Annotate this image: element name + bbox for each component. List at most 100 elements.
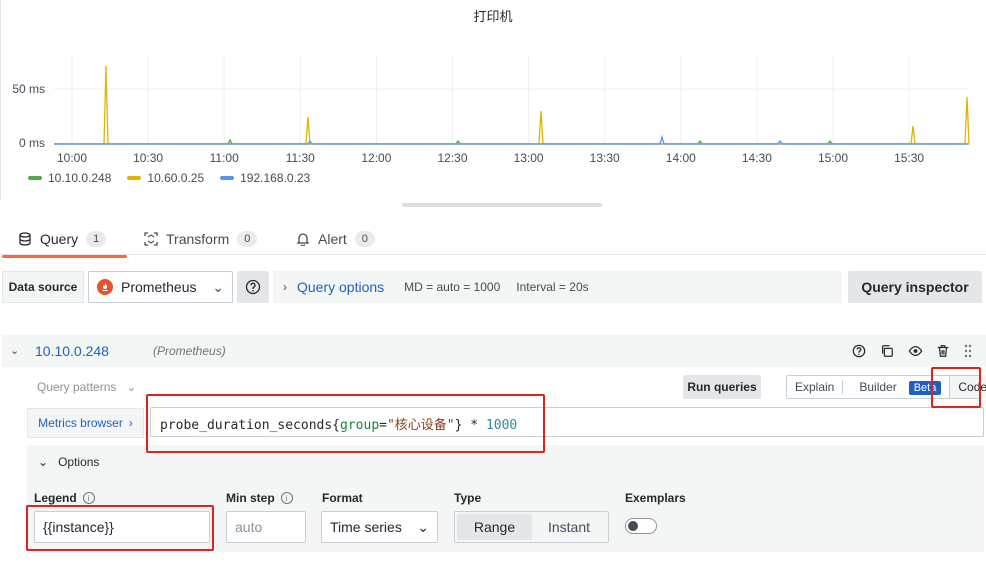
datasource-help-button[interactable]: [237, 271, 269, 303]
query-inspector-button[interactable]: Query inspector: [848, 271, 982, 303]
query-options-md: MD = auto = 1000: [404, 280, 501, 294]
datasource-name: Prometheus: [121, 279, 197, 295]
type-radio-group: Range Instant: [454, 511, 609, 543]
highlight-box-legend: [26, 505, 214, 551]
help-icon[interactable]: [851, 343, 867, 359]
database-icon: [19, 232, 31, 246]
legend-swatch: [127, 176, 142, 180]
metrics-browser-button[interactable]: Metrics browser ›: [27, 408, 144, 438]
trash-icon[interactable]: [935, 343, 951, 359]
panel-resize-handle[interactable]: [402, 203, 602, 207]
x-tick-label: 10:00: [57, 151, 87, 165]
query-patterns-dropdown[interactable]: Query patterns ⌄: [37, 380, 136, 394]
format-value: Time series: [330, 519, 402, 535]
minstep-input[interactable]: auto: [226, 511, 306, 543]
x-tick-label: 15:30: [894, 151, 924, 165]
query-options-bar[interactable]: › Query options MD = auto = 1000 Interva…: [273, 271, 842, 303]
legend-item[interactable]: 10.10.0.248: [28, 171, 111, 185]
format-field-label: Format: [322, 491, 363, 505]
highlight-box-code: [931, 367, 981, 408]
chevron-right-icon: ›: [128, 416, 133, 430]
series-line: [54, 65, 970, 145]
x-tick-label: 13:30: [590, 151, 620, 165]
run-queries-button[interactable]: Run queries: [683, 375, 761, 399]
datasource-label: Data source: [2, 271, 84, 303]
eye-icon[interactable]: [907, 343, 923, 359]
chevron-down-icon: ⌄: [126, 380, 137, 394]
minstep-label-text: Min step: [226, 491, 275, 505]
type-field-label: Type: [454, 491, 482, 505]
metrics-browser-label: Metrics browser: [38, 416, 123, 430]
info-icon[interactable]: i: [280, 492, 293, 504]
x-axis: 10:00 10:30 11:00 11:30 12:00 12:30 13:00 13:30…: [57, 151, 924, 165]
chevron-down-icon: ⌄: [417, 518, 429, 535]
chart-series: [54, 65, 970, 145]
query-datasource-name: (Prometheus): [153, 344, 226, 358]
drag-handle-icon[interactable]: [960, 343, 976, 359]
info-icon[interactable]: i: [82, 492, 95, 504]
tab-count-badge: 1: [86, 231, 107, 247]
mode-explain-toggle[interactable]: Explain: [787, 380, 844, 394]
exemplars-field-label: Exemplars: [625, 491, 686, 505]
legend-label: 10.60.0.25: [147, 171, 205, 185]
tab-label: Transform: [166, 231, 230, 247]
time-series-chart[interactable]: 50 ms 0 ms 10:00 10:30 11:00 11:30 12:00 12:30…: [0, 0, 986, 200]
toggle-knob: [628, 521, 638, 531]
tab-count-badge: 0: [354, 231, 375, 247]
legend-swatch: [28, 176, 42, 180]
legend-label: 10.10.0.248: [48, 171, 112, 185]
options-toggle[interactable]: ⌄ Options: [38, 455, 99, 469]
tab-label: Alert: [318, 231, 347, 247]
x-tick-label: 10:30: [133, 151, 163, 165]
chart-legend: 10.10.0.248 10.60.0.25 192.168.0.23: [28, 171, 310, 185]
x-tick-label: 11:30: [286, 151, 315, 165]
minstep-field-label: Min step i: [226, 491, 293, 505]
exemplars-toggle[interactable]: [625, 518, 657, 534]
editor-tabs: Query 1 Transform 0 Alert 0: [0, 215, 986, 258]
x-tick-label: 12:00: [361, 151, 391, 165]
duplicate-icon[interactable]: [879, 343, 895, 359]
tab-query[interactable]: Query 1: [2, 223, 128, 258]
query-row-header: [2, 335, 986, 367]
tab-label: Query: [40, 231, 79, 247]
tab-count-badge: 0: [237, 231, 258, 247]
active-tab-indicator: [2, 255, 127, 258]
y-tick-label: 0 ms: [19, 136, 45, 150]
prometheus-icon: [97, 279, 113, 295]
legend-item[interactable]: 10.60.0.25: [127, 171, 204, 185]
bell-icon: [296, 233, 310, 246]
help-icon: [245, 279, 261, 295]
chart-grid: [54, 56, 968, 145]
legend-swatch: [220, 176, 235, 180]
collapse-chevron-icon[interactable]: ⌄: [10, 344, 19, 357]
legend-item[interactable]: 192.168.0.23: [220, 171, 310, 185]
type-instant-option[interactable]: Instant: [532, 519, 606, 535]
query-options-interval: Interval = 20s: [516, 280, 589, 294]
legend-label-text: Legend: [34, 491, 77, 505]
type-range-option[interactable]: Range: [457, 514, 532, 540]
tab-alert[interactable]: Alert 0: [296, 223, 382, 255]
x-tick-label: 15:00: [818, 151, 848, 165]
query-options-title[interactable]: Query options: [297, 279, 384, 295]
x-tick-label: 12:30: [437, 151, 467, 165]
chevron-down-icon: ⌄: [38, 455, 49, 469]
chevron-down-icon: ⌄: [212, 278, 224, 295]
y-axis: 50 ms 0 ms: [12, 82, 45, 150]
legend-label: 192.168.0.23: [240, 171, 311, 185]
legend-field-label: Legend i: [34, 491, 95, 505]
query-ref-name[interactable]: 10.10.0.248: [35, 343, 109, 359]
datasource-picker[interactable]: Prometheus ⌄: [88, 271, 233, 303]
chevron-right-icon: ›: [283, 280, 287, 294]
format-select[interactable]: Time series ⌄: [321, 511, 438, 543]
x-tick-label: 14:30: [742, 151, 772, 165]
options-title: Options: [58, 455, 100, 469]
query-patterns-label: Query patterns: [37, 380, 117, 394]
y-tick-label: 50 ms: [12, 82, 45, 96]
highlight-box-query: [146, 394, 545, 453]
x-tick-label: 14:00: [666, 151, 696, 165]
transform-icon: [144, 232, 158, 246]
x-tick-label: 11:00: [210, 151, 239, 165]
tab-transform[interactable]: Transform 0: [144, 223, 266, 255]
mode-builder-label: Builder: [859, 380, 897, 394]
x-tick-label: 13:00: [514, 151, 544, 165]
